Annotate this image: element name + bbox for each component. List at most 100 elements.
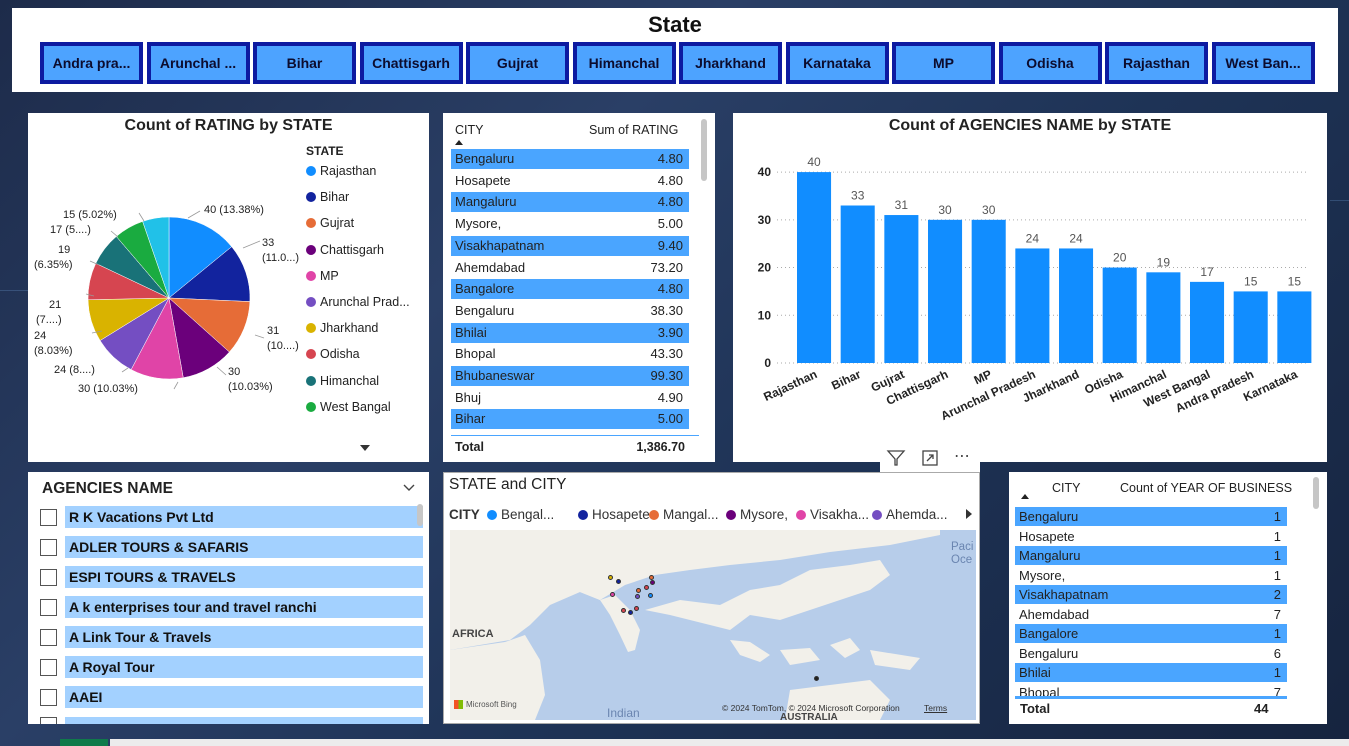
- map-legend-item[interactable]: Ahemda...: [872, 507, 948, 522]
- table-row[interactable]: Bhuj 4.90: [451, 388, 689, 408]
- bar[interactable]: [1015, 248, 1050, 363]
- map-point[interactable]: [608, 575, 613, 580]
- legend-scroll-down-icon[interactable]: [360, 445, 370, 451]
- bar[interactable]: [1233, 291, 1268, 363]
- map-point[interactable]: [648, 593, 653, 598]
- bar[interactable]: [1277, 291, 1312, 363]
- table-row[interactable]: Bengaluru 6: [1015, 644, 1287, 663]
- checkbox[interactable]: [40, 538, 57, 556]
- state-button[interactable]: Gujrat: [466, 42, 569, 84]
- bar[interactable]: [840, 205, 875, 364]
- map-legend-item[interactable]: Bengal...: [487, 507, 554, 522]
- state-button[interactable]: Chattisgarh: [359, 42, 463, 84]
- state-button[interactable]: Andra pra...: [40, 42, 143, 84]
- bar[interactable]: [797, 172, 832, 363]
- map-point[interactable]: [644, 585, 649, 590]
- table-scrollbar[interactable]: [1313, 477, 1319, 509]
- checkbox[interactable]: [40, 568, 57, 586]
- map-point[interactable]: [634, 606, 639, 611]
- legend-item[interactable]: Himanchal: [306, 374, 379, 388]
- legend-item[interactable]: MP: [306, 269, 339, 283]
- table-row[interactable]: Bengaluru 4.80: [451, 149, 689, 169]
- state-button[interactable]: West Ban...: [1211, 42, 1315, 84]
- agency-item[interactable]: AAEI: [40, 686, 423, 708]
- map-legend-item[interactable]: Mangal...: [649, 507, 719, 522]
- state-button[interactable]: Himanchal: [572, 42, 676, 84]
- bar[interactable]: [1102, 267, 1137, 363]
- table-row[interactable]: Bhilai 1: [1015, 663, 1287, 682]
- table-row[interactable]: Visakhapatnam 9.40: [451, 235, 689, 256]
- legend-next-icon[interactable]: [966, 509, 972, 519]
- table-row[interactable]: Ahemdabad 73.20: [451, 258, 689, 278]
- checkbox[interactable]: [40, 508, 57, 526]
- bar[interactable]: [928, 219, 963, 363]
- table-row[interactable]: Bihar 5.00: [451, 409, 689, 430]
- table-row[interactable]: Bengaluru 38.30: [451, 301, 689, 321]
- checkbox[interactable]: [40, 688, 57, 706]
- map-point[interactable]: [616, 579, 621, 584]
- table-row[interactable]: Bhilai 3.90: [451, 322, 689, 343]
- checkbox[interactable]: [40, 628, 57, 646]
- map-legend-item[interactable]: Hosapete: [578, 507, 650, 522]
- table-row[interactable]: Mangaluru 4.80: [451, 192, 689, 213]
- agency-item[interactable]: ADLER TOURS & SAFARIS: [40, 536, 423, 558]
- legend-item[interactable]: Chattisgarh: [306, 243, 384, 257]
- filter-icon[interactable]: [886, 448, 906, 473]
- state-button[interactable]: MP: [892, 42, 995, 84]
- state-button[interactable]: Jharkhand: [679, 42, 782, 84]
- bar[interactable]: [884, 215, 919, 363]
- map-point[interactable]: [621, 608, 626, 613]
- checkbox[interactable]: [40, 658, 57, 676]
- table-scrollbar[interactable]: [701, 119, 707, 181]
- table-row[interactable]: Mysore, 1: [1015, 566, 1287, 585]
- table-row[interactable]: Mysore, 5.00: [451, 214, 689, 234]
- table-row[interactable]: Bangalore 4.80: [451, 279, 689, 300]
- table-row[interactable]: Hosapete 1: [1015, 527, 1287, 546]
- table-row[interactable]: Bengaluru 1: [1015, 507, 1287, 526]
- map-terms-link[interactable]: Terms: [924, 703, 947, 713]
- map-point[interactable]: [650, 580, 655, 585]
- slicer-scrollbar[interactable]: [417, 504, 423, 526]
- more-options-icon[interactable]: ⋯: [954, 446, 971, 466]
- table-row[interactable]: Ahemdabad 7: [1015, 605, 1287, 624]
- table-row[interactable]: Visakhapatnam 2: [1015, 585, 1287, 604]
- map-point[interactable]: [610, 592, 615, 597]
- map-legend-item[interactable]: Mysore,: [726, 507, 788, 522]
- legend-item[interactable]: Jharkhand: [306, 321, 378, 335]
- legend-item[interactable]: Odisha: [306, 347, 360, 361]
- map-point[interactable]: [814, 676, 819, 681]
- map-canvas[interactable]: AFRICA Paci Oce Indian AUSTRALIA Microso…: [450, 530, 976, 720]
- agency-item[interactable]: A k enterprises tour and travel ranchi: [40, 596, 423, 618]
- bar[interactable]: [971, 219, 1006, 363]
- agency-item[interactable]: R K Vacations Pvt Ltd: [40, 506, 423, 528]
- map-legend-item[interactable]: Visakha...: [796, 507, 869, 522]
- state-button[interactable]: Arunchal ...: [146, 42, 250, 84]
- table-row[interactable]: Bhubaneswar 99.30: [451, 366, 689, 386]
- checkbox[interactable]: [40, 598, 57, 616]
- table-row[interactable]: Hosapete 4.80: [451, 171, 689, 191]
- bar[interactable]: [1190, 281, 1225, 363]
- table-row[interactable]: Bhopal 7: [1015, 683, 1287, 697]
- page-tab-indicator[interactable]: [60, 739, 108, 746]
- table-row[interactable]: Bhopal 43.30: [451, 344, 689, 364]
- table-row[interactable]: Mangaluru 1: [1015, 546, 1287, 565]
- state-button[interactable]: Odisha: [998, 42, 1102, 84]
- state-button[interactable]: Karnataka: [785, 42, 889, 84]
- agency-item[interactable]: ESPI TOURS & TRAVELS: [40, 566, 423, 588]
- chevron-down-icon[interactable]: [402, 481, 416, 500]
- legend-item[interactable]: Arunchal Prad...: [306, 295, 410, 309]
- map-point[interactable]: [628, 610, 633, 615]
- bar[interactable]: [1059, 248, 1094, 363]
- table-row[interactable]: Bangalore 1: [1015, 624, 1287, 643]
- map-point[interactable]: [635, 594, 640, 599]
- legend-item[interactable]: West Bangal: [306, 400, 391, 414]
- column-header-sum-rating[interactable]: Sum of RATING: [589, 123, 678, 137]
- state-button[interactable]: Rajasthan: [1105, 42, 1208, 84]
- agency-item[interactable]: A Royal Tour: [40, 656, 423, 678]
- agency-item[interactable]: A Link Tour & Travels: [40, 626, 423, 648]
- focus-mode-icon[interactable]: [920, 448, 940, 473]
- legend-item[interactable]: Gujrat: [306, 216, 354, 230]
- legend-item[interactable]: Bihar: [306, 190, 349, 204]
- legend-item[interactable]: Rajasthan: [306, 164, 376, 178]
- map-point[interactable]: [636, 588, 641, 593]
